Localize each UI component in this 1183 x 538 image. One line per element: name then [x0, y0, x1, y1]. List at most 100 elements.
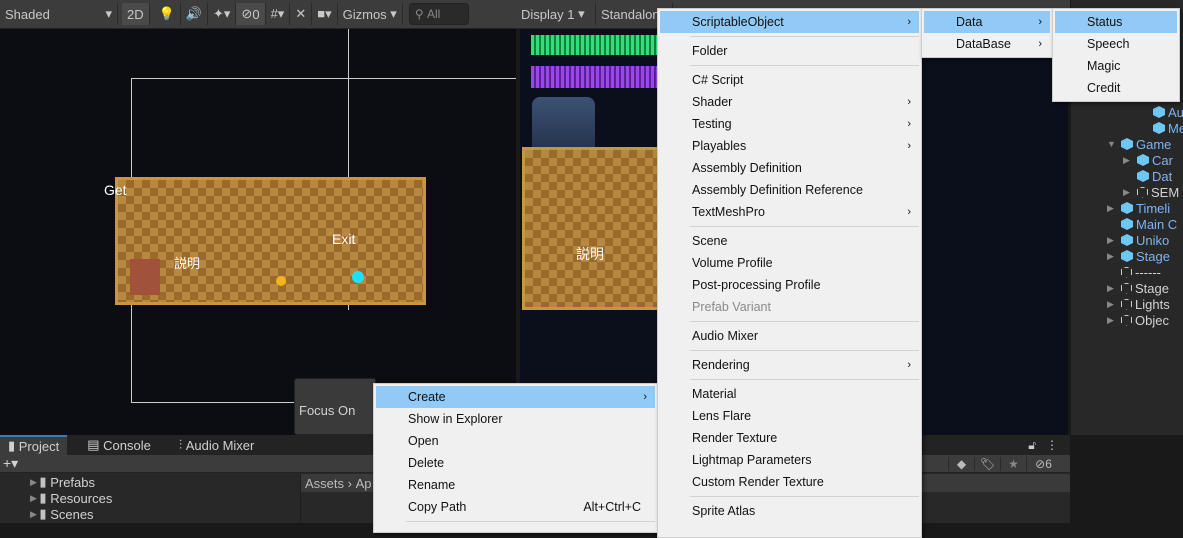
hierarchy-item-label: Timeli: [1136, 200, 1171, 216]
hierarchy-item[interactable]: ▶ Stage: [1107, 248, 1170, 264]
hierarchy-item-label: ------: [1135, 264, 1161, 280]
hierarchy-item[interactable]: ▶ Stage: [1107, 280, 1169, 296]
menu-item-magic[interactable]: Magic: [1055, 55, 1177, 77]
folder-item[interactable]: ▶ ▮ Scenes: [0, 506, 300, 522]
collapse-arrow-icon[interactable]: ▶: [1107, 315, 1121, 326]
lock-icon[interactable]: 🔓︎: [1028, 438, 1036, 453]
menu-item-c-script[interactable]: C# Script: [660, 69, 919, 91]
display-dropdown[interactable]: Display 1 ▾: [516, 3, 596, 25]
hierarchy-item[interactable]: Aud: [1153, 104, 1183, 120]
level-preview: [115, 177, 426, 305]
hidden-count: 6: [1045, 456, 1052, 471]
label-icon[interactable]: 🏷︎: [974, 456, 1000, 471]
menu-item-rendering[interactable]: Rendering ›: [660, 354, 919, 376]
shading-label: Shaded: [5, 6, 50, 22]
hierarchy-item[interactable]: ▶ Lights: [1107, 296, 1170, 312]
hierarchy-item[interactable]: Main C: [1121, 216, 1177, 232]
menu-item-volume-profile[interactable]: Volume Profile: [660, 252, 919, 274]
prefab-icon: [1121, 138, 1133, 150]
menu-item-delete[interactable]: Delete: [376, 452, 655, 474]
expand-arrow-icon[interactable]: ▼: [1107, 139, 1121, 149]
favorite-star-icon[interactable]: ★: [1000, 456, 1026, 471]
menu-item-material[interactable]: Material: [660, 383, 919, 405]
hidden-packages-toggle[interactable]: ⊘6: [1026, 456, 1060, 471]
hierarchy-item[interactable]: Dat: [1137, 168, 1172, 184]
hierarchy-item[interactable]: ------: [1121, 264, 1161, 280]
prefab-icon: [1121, 250, 1133, 262]
menu-item-database[interactable]: DataBase ›: [924, 33, 1050, 55]
get-label: Get: [104, 182, 127, 198]
folder-item[interactable]: ▶ ▮ Prefabs: [0, 474, 300, 490]
menu-item-copy-path[interactable]: Copy Path Alt+Ctrl+C: [376, 496, 655, 518]
menu-item-status[interactable]: Status: [1055, 11, 1177, 33]
menu-item-shader[interactable]: Shader ›: [660, 91, 919, 113]
folder-icon: ▮: [39, 506, 51, 521]
kebab-menu-icon[interactable]: ⋮: [1046, 438, 1058, 452]
chevron-right-icon: ›: [907, 206, 911, 218]
effects-icon[interactable]: ✦▾: [208, 3, 237, 25]
hierarchy-item[interactable]: Me: [1153, 120, 1183, 136]
hierarchy-item[interactable]: ▶ SEM: [1123, 184, 1180, 200]
hierarchy-item[interactable]: ▼ Game: [1107, 136, 1171, 152]
menu-item-show-in-explorer[interactable]: Show in Explorer: [376, 408, 655, 430]
collapse-arrow-icon[interactable]: ▶: [1123, 187, 1137, 198]
menu-item-assembly-definition[interactable]: Assembly Definition: [660, 157, 919, 179]
hierarchy-item[interactable]: ▶ Timeli: [1107, 200, 1171, 216]
hierarchy-item[interactable]: ▶ Objec: [1107, 312, 1169, 328]
shading-dropdown[interactable]: Shaded ▾: [0, 3, 118, 25]
folder-item[interactable]: ▶ ▮ Resources: [0, 490, 300, 506]
folder-icon: ▮: [8, 438, 19, 453]
menu-item-post-processing-profile[interactable]: Post-processing Profile: [660, 274, 919, 296]
menu-item-playables[interactable]: Playables ›: [660, 135, 919, 157]
folder-icon: ▮: [39, 490, 51, 505]
menu-item-audio-mixer[interactable]: Audio Mixer: [660, 325, 919, 347]
tab-audio-mixer[interactable]: ⫶ Audio Mixer: [171, 435, 263, 455]
menu-item-custom-render-texture[interactable]: Custom Render Texture: [660, 471, 919, 493]
hierarchy-item[interactable]: ▶ Uniko: [1107, 232, 1169, 248]
breadcrumb-folder[interactable]: Ap: [356, 476, 372, 491]
menu-item-scriptableobject[interactable]: ScriptableObject ›: [660, 11, 919, 33]
menu-item-open[interactable]: Open: [376, 430, 655, 452]
collapse-arrow-icon[interactable]: ▶: [1107, 235, 1121, 246]
gizmos-dropdown[interactable]: Gizmos ▾: [338, 3, 403, 25]
add-button[interactable]: +▾: [0, 455, 18, 472]
menu-item-render-texture[interactable]: Render Texture: [660, 427, 919, 449]
menu-item-speech[interactable]: Speech: [1055, 33, 1177, 55]
tab-console[interactable]: ▤ Console: [79, 435, 159, 455]
hierarchy-item-label: SEM: [1151, 184, 1180, 200]
visibility-toggle[interactable]: ⊘ 0: [236, 3, 266, 25]
menu-item-prefab-variant[interactable]: Prefab Variant: [660, 296, 919, 318]
scene-view[interactable]: Get Exit 説明 Focus On: [0, 29, 516, 435]
hierarchy-item-label: Lights: [1135, 296, 1170, 312]
collapse-arrow-icon[interactable]: ▶: [1107, 299, 1121, 310]
menu-item-folder[interactable]: Folder: [660, 40, 919, 62]
coin: [276, 276, 286, 286]
menu-item-assembly-definition-reference[interactable]: Assembly Definition Reference: [660, 179, 919, 201]
menu-item-textmeshpro[interactable]: TextMeshPro ›: [660, 201, 919, 223]
collapse-arrow-icon[interactable]: ▶: [1123, 155, 1137, 166]
collapse-arrow-icon[interactable]: ▶: [1107, 203, 1121, 214]
menu-item-credit[interactable]: Credit: [1055, 77, 1177, 99]
menu-item-scene[interactable]: Scene: [660, 230, 919, 252]
menu-item-testing[interactable]: Testing ›: [660, 113, 919, 135]
focus-on-label[interactable]: Focus On: [299, 403, 355, 418]
hierarchy-item[interactable]: ▶ Car: [1123, 152, 1173, 168]
tab-project[interactable]: ▮ Project: [0, 435, 68, 455]
menu-item-data[interactable]: Data ›: [924, 11, 1050, 33]
grid-icon[interactable]: #▾: [266, 3, 291, 25]
menu-item-sprite-atlas[interactable]: Sprite Atlas: [660, 500, 919, 522]
menu-item-create[interactable]: Create ›: [376, 386, 655, 408]
collapse-arrow-icon[interactable]: ▶: [1107, 251, 1121, 262]
scene-search-input[interactable]: ⚲ All: [408, 3, 469, 25]
menu-item-lens-flare[interactable]: Lens Flare: [660, 405, 919, 427]
lighting-icon[interactable]: 💡: [154, 3, 181, 25]
breadcrumb-assets[interactable]: Assets: [305, 476, 344, 491]
tools-icon[interactable]: ✕: [290, 3, 313, 25]
menu-item-lightmap-parameters[interactable]: Lightmap Parameters: [660, 449, 919, 471]
camera-icon[interactable]: ■▾: [312, 3, 338, 25]
menu-item-rename[interactable]: Rename: [376, 474, 655, 496]
filter-type-icon[interactable]: ◆: [948, 456, 974, 471]
audio-icon[interactable]: 🔊: [181, 3, 208, 25]
2d-toggle[interactable]: 2D: [122, 3, 150, 25]
collapse-arrow-icon[interactable]: ▶: [1107, 283, 1121, 294]
